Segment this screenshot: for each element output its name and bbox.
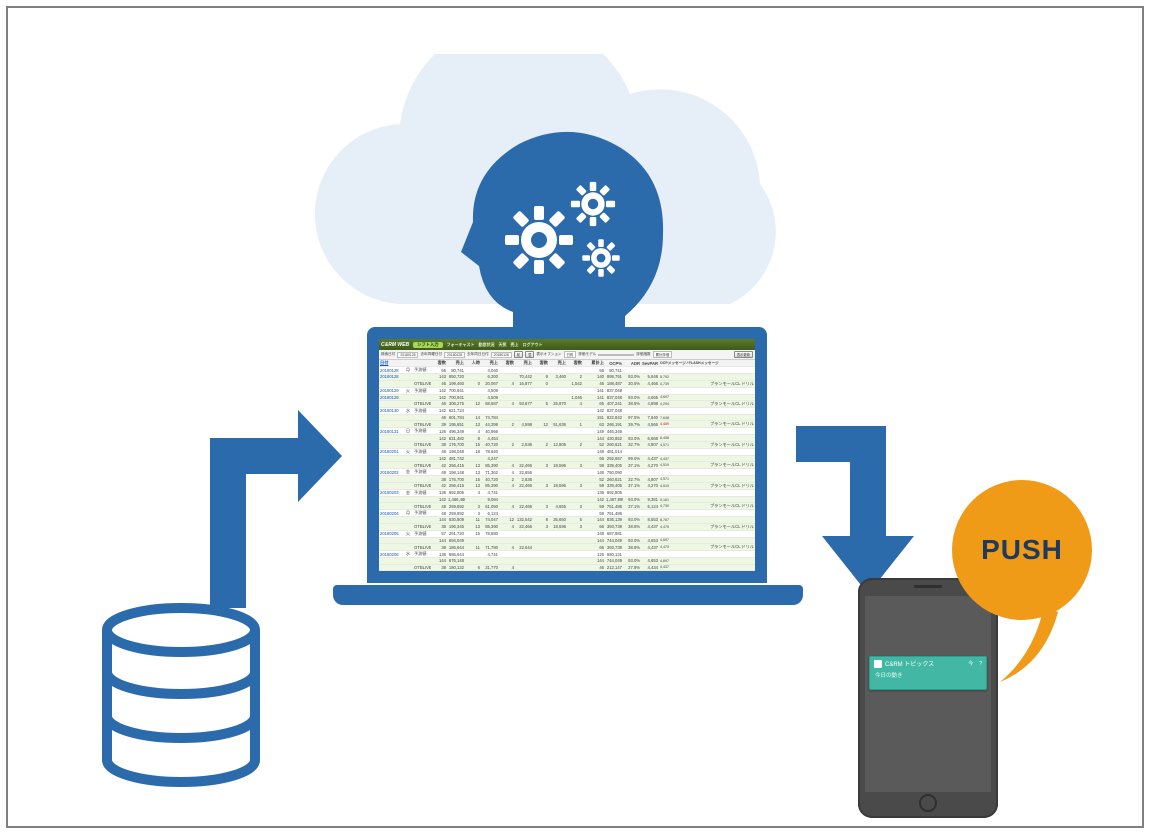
- notification-expand-icon: ?: [979, 661, 982, 667]
- analytics-app: C&RM WEB シフト入力 フォーキャスト 勤怠状況 天気 売上 ログアウト …: [379, 339, 755, 571]
- table-row: OTBLIVE42256,4151385,390422,466318,59635…: [379, 483, 755, 490]
- table-row: 20180128月予測値5680,7414,0405680,741: [379, 367, 755, 374]
- filter-select-field: [598, 354, 634, 356]
- table-row: OTBLIVE48259,892361,050422,46634,6553597…: [379, 503, 755, 510]
- table-row: 20180130水予測値142621,724142837,048: [379, 408, 755, 415]
- table-row: OTBLIVE38180,132631,770446212,14727.8%4,…: [379, 565, 755, 571]
- tab-forecast: フォーキャスト: [447, 342, 475, 348]
- table-row: OTBLIVE42256,4151385,390422,466318,59635…: [379, 462, 755, 469]
- notification-body: 今日の動き: [874, 671, 982, 679]
- table-row: OTBLIVE46199,460020,067416,87701,5424618…: [379, 381, 755, 388]
- database-icon: [96, 602, 266, 790]
- push-notification: C&RM トピックス 今 ? 今日の動き: [869, 656, 987, 690]
- table-row: 20180131日予測値126496,349440,966149446,349: [379, 428, 755, 435]
- table-row: 20180204月予測値48259,89236,12459751,486: [379, 510, 755, 517]
- laptop-screen: C&RM WEB シフト入力 フォーキャスト 勤怠状況 天気 売上 ログアウト …: [367, 327, 767, 583]
- filter-select2-label: 評価指数: [636, 352, 650, 357]
- tab-shift: シフト入力: [413, 342, 442, 348]
- arrow-db-to-laptop-icon: [202, 386, 342, 608]
- filter-date1-label: 検索日付: [381, 352, 395, 357]
- table-row: OTBLIVE38186,6441171,780422,64466393,739…: [379, 544, 755, 551]
- filter-bar: 検索日付 20180128 去年同曜日付 20180128 去年同日日付 201…: [379, 350, 755, 360]
- table-row: OTBLIVE38176,7001540,72022,636212,805252…: [379, 442, 755, 449]
- filter-select-label: 評価モデル: [578, 352, 596, 357]
- ai-head-icon: [455, 126, 685, 346]
- table-row: 20180129火予測値142700,9414,509141837,048: [379, 388, 755, 395]
- tab-attendance: 勤怠状況: [479, 342, 495, 348]
- table-header: 日付客数売上人時売上客数売上客数売上客数累計上OCP%ADRSevPAROCPメ…: [379, 360, 755, 367]
- arrow-laptop-to-phone-icon: [796, 404, 936, 594]
- app-title: C&RM WEB: [381, 342, 409, 348]
- filter-next-btn: 翌: [525, 351, 534, 358]
- data-table: 日付客数売上人時売上客数売上客数売上客数累計上OCP%ADRSevPAROCPメ…: [379, 360, 755, 571]
- notification-app-icon: [874, 660, 882, 668]
- filter-unit-field: 日別: [564, 351, 577, 358]
- filter-date3-label: 去年同日日付: [467, 352, 489, 357]
- notification-time: 今: [968, 660, 973, 667]
- table-row: OTBLIVE46306,2751268,687493,677525,87046…: [379, 401, 755, 408]
- table-row: 20180203金予測値136692,80544,741136892,805: [379, 490, 755, 497]
- filter-date3-field: 20180128: [491, 352, 512, 358]
- app-header: C&RM WEB シフト入力 フォーキャスト 勤怠状況 天気 売上 ログアウト: [379, 339, 755, 350]
- laptop-icon: C&RM WEB シフト入力 フォーキャスト 勤怠状況 天気 売上 ログアウト …: [353, 327, 783, 605]
- table-row: 20180205火予測値57291,7201578,680148687,981: [379, 531, 755, 538]
- tab-weather: 天気: [499, 342, 507, 348]
- table-row: 20180201火予測値48198,0481878,640148481,014: [379, 449, 755, 456]
- tab-sales: 売上: [511, 342, 519, 348]
- tab-logout: ログアウト: [523, 342, 543, 348]
- diagram-canvas: C&RM WEB シフト入力 フォーキャスト 勤怠状況 天気 売上 ログアウト …: [0, 0, 1152, 836]
- push-speech-bubble: PUSH: [952, 480, 1092, 620]
- filter-select2-field: 累計評価: [653, 351, 673, 358]
- push-label: PUSH: [981, 534, 1063, 566]
- filter-date1-field: 20180128: [397, 352, 418, 358]
- table-row: OTBLIVE39195,6511344,39824,5981251,63616…: [379, 421, 755, 428]
- laptop-base: [333, 585, 803, 605]
- phone-screen: C&RM トピックス 今 ? 今日の動き: [865, 596, 991, 792]
- notification-app-name: C&RM トピックス: [885, 659, 934, 668]
- table-row: 20180206水予測値136686,6444,741126680,131: [379, 551, 755, 558]
- table-row: OTBLIVE38196,3451385,390422,466318,59636…: [379, 524, 755, 531]
- table-row: 20180202金予測値48198,1481371,362422,6561487…: [379, 469, 755, 476]
- filter-unit-label: 表示オプション: [536, 352, 561, 357]
- search-button: 表示更新: [734, 351, 753, 358]
- filter-date2-label: 去年同曜日付: [420, 352, 442, 357]
- filter-date2-field: 20180128: [444, 352, 465, 358]
- filter-prev-btn: 前: [514, 351, 523, 358]
